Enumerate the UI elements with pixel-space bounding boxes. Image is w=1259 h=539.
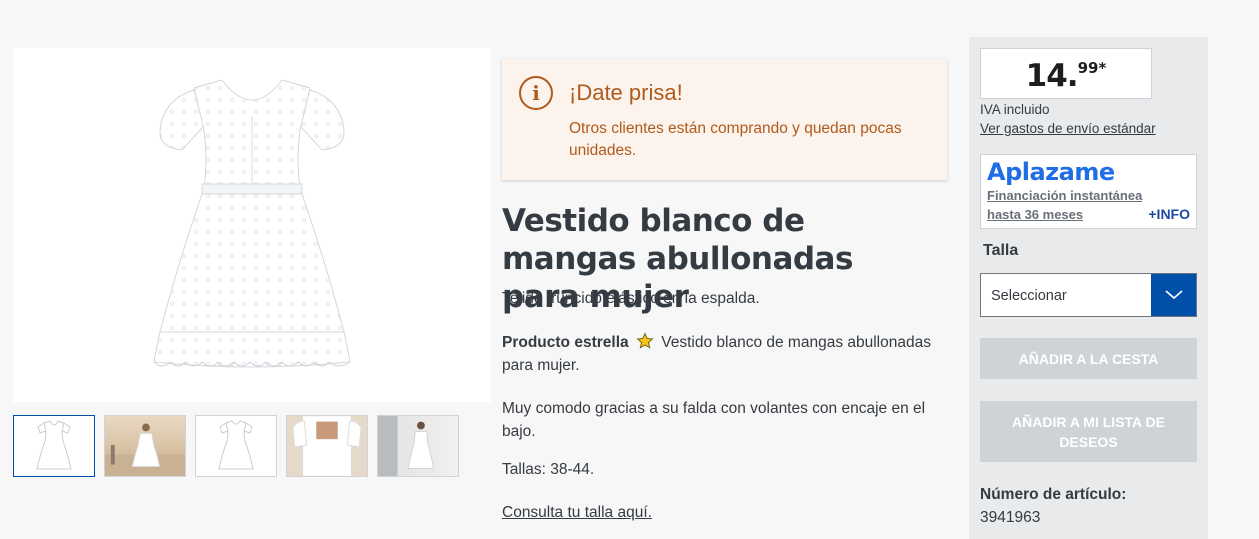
product-highlight: Producto estrella Vestido blanco de mang…: [502, 331, 947, 377]
dress-image: [153, 79, 351, 368]
thumbnail-strip: [13, 415, 459, 477]
article-number: 3941963: [980, 509, 1041, 526]
thumbnail-1[interactable]: [13, 415, 95, 477]
aplazame-line2: hasta 36 meses: [987, 207, 1084, 222]
info-icon: i: [519, 76, 553, 110]
highlight-label: Producto estrella: [502, 334, 629, 351]
add-to-wishlist-button[interactable]: AÑADIR A MI LISTA DE DESEOS: [980, 401, 1197, 462]
size-select-value: Seleccionar: [991, 288, 1067, 304]
thumbnail-4[interactable]: [286, 415, 368, 477]
product-main-image[interactable]: [13, 48, 491, 402]
vat-note: IVA incluido: [980, 102, 1050, 117]
price-box: 14. 99*: [980, 48, 1152, 99]
notice-text: Otros clientes están comprando y quedan …: [569, 120, 902, 159]
price-cents: 99*: [1077, 59, 1107, 77]
size-select[interactable]: Seleccionar: [980, 273, 1197, 317]
article-number-label: Número de artículo:: [980, 486, 1127, 503]
shipping-costs-link[interactable]: Ver gastos de envío estándar: [980, 121, 1156, 136]
product-subtitle: Tejido fruncido elástico en la espalda.: [502, 290, 760, 307]
size-label: Talla: [983, 242, 1019, 259]
thumbnail-5[interactable]: [377, 415, 459, 477]
add-to-cart-button[interactable]: AÑADIR A LA CESTA: [980, 338, 1197, 379]
thumbnail-2[interactable]: [104, 415, 186, 477]
aplazame-logo: Aplazame: [987, 158, 1115, 186]
product-description: Muy comodo gracias a su falda con volant…: [502, 400, 926, 440]
chevron-down-icon[interactable]: [1151, 274, 1196, 316]
notice-title: ¡Date prisa!: [569, 80, 683, 105]
aplazame-line1: Financiación instantánea: [987, 188, 1143, 203]
aplazame-info-link[interactable]: +INFO: [1148, 206, 1190, 222]
product-sizes: Tallas: 38-44.: [502, 461, 595, 478]
star-icon: [636, 332, 654, 349]
aplazame-financing-widget[interactable]: Aplazame Financiación instantánea hasta …: [980, 154, 1197, 229]
low-stock-notice: i ¡Date prisa! Otros clientes están comp…: [502, 59, 947, 180]
thumbnail-3[interactable]: [195, 415, 277, 477]
price-main: 14.: [1025, 58, 1079, 94]
size-guide-link[interactable]: Consulta tu talla aquí.: [502, 504, 652, 522]
